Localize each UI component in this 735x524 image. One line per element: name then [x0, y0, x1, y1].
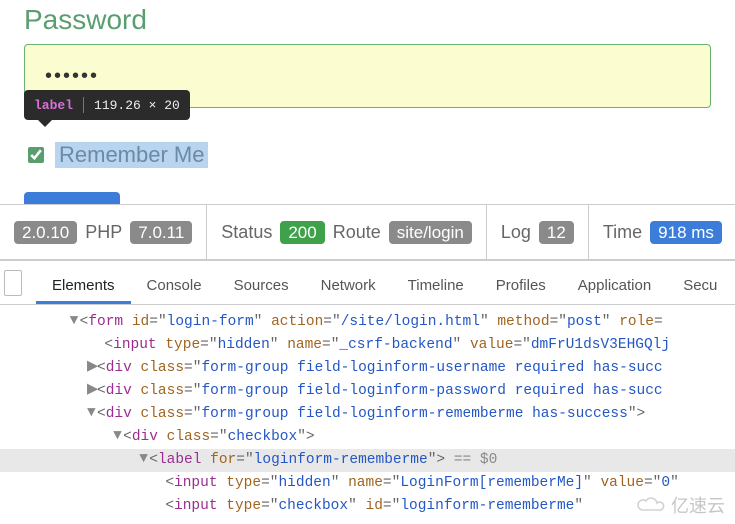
tooltip-tag: label: [34, 98, 73, 113]
yii-version-pill: 2.0.10: [14, 221, 77, 244]
time-value-pill: 918 ms: [650, 221, 722, 244]
dom-tree[interactable]: ▼<form id="login-form" action="/site/log…: [0, 305, 735, 524]
dom-line-div-user[interactable]: ▶<div class="form-group field-loginform-…: [0, 357, 735, 380]
php-version-pill: 7.0.11: [130, 221, 192, 244]
tab-timeline[interactable]: Timeline: [392, 277, 480, 304]
dom-line-checkbox-remember[interactable]: <input type="checkbox" id="loginform-rem…: [0, 495, 735, 518]
devtools-tabs: Elements Console Sources Network Timelin…: [0, 261, 735, 305]
dom-line-csrf[interactable]: <input type="hidden" name="_csrf-backend…: [0, 334, 735, 357]
devtools-panel: Elements Console Sources Network Timelin…: [0, 260, 735, 524]
php-label: PHP: [85, 222, 122, 243]
tab-sources[interactable]: Sources: [218, 277, 305, 304]
status-label: Status: [221, 222, 272, 243]
status-code-pill: 200: [280, 221, 324, 244]
tab-console[interactable]: Console: [131, 277, 218, 304]
tab-elements[interactable]: Elements: [36, 277, 131, 304]
route-value-pill: site/login: [389, 221, 472, 244]
debug-yii-cell[interactable]: 2.0.10 PHP 7.0.11: [0, 205, 207, 259]
device-toggle-icon[interactable]: [4, 270, 22, 296]
debug-route-cell[interactable]: Status 200 Route site/login: [207, 205, 487, 259]
log-count-pill: 12: [539, 221, 574, 244]
time-label: Time: [603, 222, 642, 243]
tab-security[interactable]: Secu: [667, 277, 733, 304]
cloud-icon: [635, 495, 665, 515]
watermark: 亿速云: [635, 492, 725, 518]
tooltip-dimensions: 119.26 × 20: [94, 98, 180, 113]
dom-line-div-remember[interactable]: ▼<div class="form-group field-loginform-…: [0, 403, 735, 426]
password-label: Password: [24, 4, 711, 36]
route-label: Route: [333, 222, 381, 243]
inspect-tooltip: label 119.26 × 20: [24, 90, 190, 120]
dom-line-div-checkbox[interactable]: ▼<div class="checkbox">: [0, 426, 735, 449]
debug-log-cell[interactable]: Log 12: [487, 205, 589, 259]
tab-network[interactable]: Network: [305, 277, 392, 304]
debug-time-cell[interactable]: Time 918 ms: [589, 205, 735, 259]
tab-application[interactable]: Application: [562, 277, 667, 304]
dom-line-form[interactable]: ▼<form id="login-form" action="/site/log…: [0, 311, 735, 334]
dom-line-hidden-remember[interactable]: <input type="hidden" name="LoginForm[rem…: [0, 472, 735, 495]
log-label: Log: [501, 222, 531, 243]
dom-line-label[interactable]: ▼<label for="loginform-rememberme"> == $…: [0, 449, 735, 472]
remember-checkbox[interactable]: [28, 147, 44, 163]
dom-line-div-pass[interactable]: ▶<div class="form-group field-loginform-…: [0, 380, 735, 403]
yii-debug-bar: 2.0.10 PHP 7.0.11 Status 200 Route site/…: [0, 204, 735, 260]
remember-label: Remember Me: [55, 142, 208, 168]
tab-profiles[interactable]: Profiles: [480, 277, 562, 304]
